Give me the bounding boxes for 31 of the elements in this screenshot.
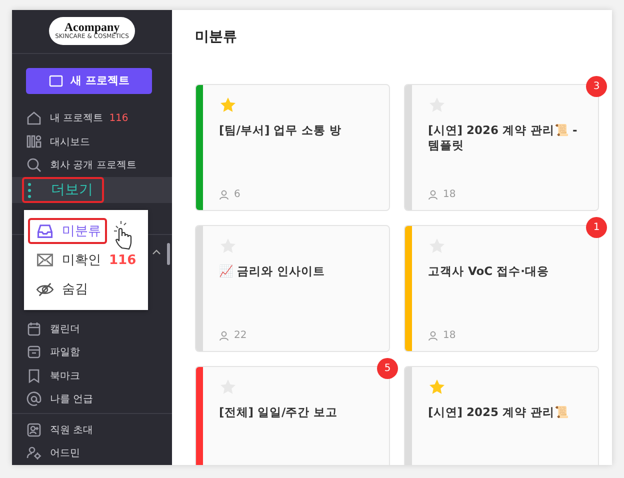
more-button[interactable]: 더보기 xyxy=(22,177,104,203)
member-count: 22 xyxy=(234,330,247,341)
card-title: [전체] 일일/주간 보고 xyxy=(219,405,339,420)
menu-item[interactable]: 미분류 xyxy=(28,218,107,244)
nav-item[interactable]: 북마크 xyxy=(12,364,172,388)
project-card[interactable]: 📈 금리와 인사이트 22 xyxy=(195,225,390,352)
nav-item[interactable]: 대시보드 xyxy=(12,130,172,154)
menu-item[interactable]: 숨김 xyxy=(28,276,94,302)
notification-badge: 3 xyxy=(586,76,607,97)
nav-item[interactable]: 파일함 xyxy=(12,340,172,364)
menu-item[interactable]: 미확인 116 xyxy=(28,247,142,273)
nav-item[interactable]: 캘린더 xyxy=(12,317,172,340)
nav-item[interactable]: 직원 초대 xyxy=(12,418,172,442)
project-card[interactable]: [팀/부서] 업무 소통 방 6 xyxy=(195,84,390,211)
notification-badge: 1 xyxy=(586,217,607,238)
nav-item[interactable]: 어드민 xyxy=(12,442,172,465)
new-project-button[interactable]: 새 프로젝트 xyxy=(26,68,152,94)
member-count: 18 xyxy=(443,189,456,200)
card-title: 📈 금리와 인사이트 xyxy=(219,264,326,279)
nav-item[interactable]: 나를 언급 xyxy=(12,388,172,411)
card-title: [시연] 2025 계약 관리📜 xyxy=(428,405,570,420)
project-card[interactable]: [시연] 2025 계약 관리📜 xyxy=(404,366,599,465)
nav-item[interactable]: 회사 공개 프로젝트 xyxy=(12,154,172,177)
card-title: 고객사 VoC 접수·대응 xyxy=(428,264,550,279)
notification-badge: 5 xyxy=(377,358,398,379)
nav-item[interactable]: 내 프로젝트 116 xyxy=(12,106,172,130)
member-count: 18 xyxy=(443,330,456,341)
member-count: 6 xyxy=(234,189,240,200)
card-title: [팀/부서] 업무 소통 방 xyxy=(219,123,343,138)
card-title: [시연] 2026 계약 관리📜 - 템플릿 xyxy=(428,123,578,153)
page-title: 미분류 xyxy=(195,28,238,46)
